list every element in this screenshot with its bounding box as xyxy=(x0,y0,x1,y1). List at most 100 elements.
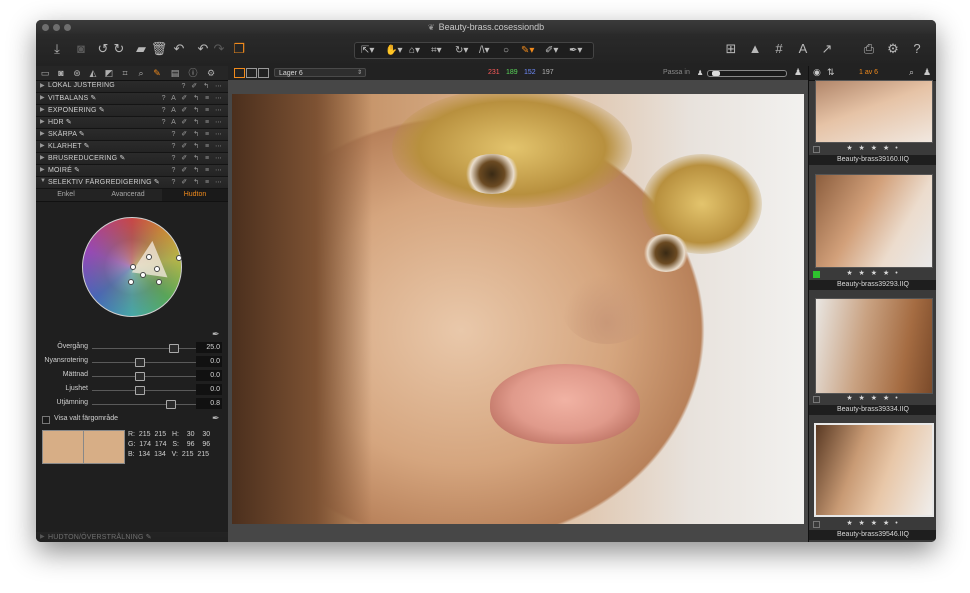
slider-knob[interactable] xyxy=(169,344,180,353)
sort-icon[interactable]: ⇅ xyxy=(827,67,835,78)
capture-tab-icon[interactable]: ◙ xyxy=(56,67,66,79)
range-handle[interactable] xyxy=(176,255,182,261)
slider-mattnad[interactable]: Mättnad 0.0 xyxy=(36,370,228,382)
tool-controls[interactable]: ? ✐ ↰ ≡ ⋯ xyxy=(172,130,225,138)
overlay-grid-icon[interactable]: # xyxy=(770,41,788,57)
batch-tab-icon[interactable]: ⚙ xyxy=(206,67,216,79)
slider-track[interactable] xyxy=(92,404,196,405)
zoom-slider[interactable] xyxy=(707,70,787,77)
metadata-tab-icon[interactable]: ▤ xyxy=(170,67,180,79)
tool-exponering[interactable]: ▶ EXPONERING ✎ ? A ✐ ↰ ≡ ⋯ xyxy=(36,105,228,117)
star-rating[interactable]: ★ ★ ★ ★ • xyxy=(809,269,936,278)
settings-icon[interactable]: ⚙ xyxy=(884,41,902,57)
stack-icon[interactable]: ❐ xyxy=(230,41,248,57)
tool-controls[interactable]: ? ✐ ↰ ≡ ⋯ xyxy=(172,154,225,162)
star-rating[interactable]: ★ ★ ★ ★ • xyxy=(809,394,936,403)
single-view-icon[interactable] xyxy=(246,68,257,78)
slider-ljushet[interactable]: Ljushet 0.0 xyxy=(36,384,228,396)
tool-brusreducering[interactable]: ▶ BRUSREDUCERING ✎ ? ✐ ↰ ≡ ⋯ xyxy=(36,153,228,165)
tool-controls[interactable]: ? ✐ ↰ ≡ ⋯ xyxy=(172,178,225,186)
trash-icon[interactable]: 🗑 xyxy=(150,41,168,57)
slider-value-field[interactable]: 0.0 xyxy=(196,356,222,367)
keystone-tool-icon[interactable]: /\▾ xyxy=(479,43,490,58)
zoom-slider-knob[interactable] xyxy=(711,71,720,76)
color-picker-tool-icon[interactable]: ✒▾ xyxy=(569,43,582,58)
undo-all-icon[interactable]: ↶ xyxy=(170,41,188,57)
star-rating[interactable]: ★ ★ ★ ★ • xyxy=(809,519,936,528)
slider-knob[interactable] xyxy=(134,358,145,367)
thumbnail-3[interactable] xyxy=(815,298,933,394)
slider-value-field[interactable]: 0.0 xyxy=(196,370,222,381)
range-handle[interactable] xyxy=(130,264,136,270)
slider-nyansrotering[interactable]: Nyansrotering 0.0 xyxy=(36,356,228,368)
lens-tab-icon[interactable]: ◩ xyxy=(104,67,114,79)
color-range-selection[interactable] xyxy=(131,238,173,278)
thumbnail-2[interactable] xyxy=(815,174,933,268)
range-handle[interactable] xyxy=(156,279,162,285)
image-viewer[interactable] xyxy=(228,80,808,542)
library-tab-icon[interactable]: ▭ xyxy=(40,67,50,79)
spot-tool-icon[interactable]: ○ xyxy=(503,43,509,58)
output-tab-icon[interactable]: ⓘ xyxy=(188,67,198,79)
eyedropper-icon[interactable]: ✒ xyxy=(212,413,220,424)
tool-vitbalans[interactable]: ▶ VITBALANS ✎ ? A ✐ ↰ ≡ ⋯ xyxy=(36,93,228,105)
slider-knob[interactable] xyxy=(166,400,176,409)
pick-color-icon[interactable]: ✒ xyxy=(212,329,220,340)
crop-tool-icon[interactable]: ⌗▾ xyxy=(431,43,442,58)
multi-view-icon[interactable] xyxy=(234,68,245,78)
tab-avancerad[interactable]: Avancerad xyxy=(98,189,158,201)
tool-hdr[interactable]: ▶ HDR ✎ ? A ✐ ↰ ≡ ⋯ xyxy=(36,117,228,129)
text-annotation-icon[interactable]: A xyxy=(794,41,812,57)
tab-hudton[interactable]: Hudton xyxy=(162,189,228,201)
brush-tool-icon[interactable]: ✎▾ xyxy=(521,43,534,58)
eye-icon[interactable]: ◉ xyxy=(813,67,821,78)
local-adjust-tab-icon[interactable]: ✎ xyxy=(152,67,162,79)
tool-controls[interactable]: ? A ✐ ↰ ≡ ⋯ xyxy=(162,94,224,102)
redo-icon[interactable]: ↷ xyxy=(210,41,228,57)
slider-value-field[interactable]: 0.0 xyxy=(196,384,222,395)
show-range-checkbox[interactable] xyxy=(42,416,50,424)
user-icon[interactable]: ♟ xyxy=(923,67,931,78)
loupe-tool-icon[interactable]: ⌂▾ xyxy=(409,43,420,58)
slider-value-field[interactable]: 0.8 xyxy=(196,398,222,409)
slider-knob[interactable] xyxy=(134,372,145,381)
range-handle[interactable] xyxy=(128,279,134,285)
range-handle[interactable] xyxy=(146,254,152,260)
grid-view-icon[interactable]: ⊞ xyxy=(722,41,740,57)
color-tab-icon[interactable]: ⊛ xyxy=(72,67,82,79)
tool-lokal-justering[interactable]: ▶ LOKAL JUSTERING ? ✐ ↰ ⋯ xyxy=(36,81,228,93)
tool-moire[interactable]: ▶ MOIRÉ ✎ ? ✐ ↰ ≡ ⋯ xyxy=(36,165,228,177)
rotate-tool-icon[interactable]: ↻▾ xyxy=(455,43,468,58)
details-tab-icon[interactable]: ⌕ xyxy=(136,67,146,79)
tool-controls[interactable]: ? A ✐ ↰ ≡ ⋯ xyxy=(162,118,224,126)
crop-tab-icon[interactable]: ⌗ xyxy=(120,67,130,79)
range-handle[interactable] xyxy=(140,272,146,278)
layer-select[interactable]: Lager 6 ⇕ xyxy=(274,68,366,77)
tool-controls[interactable]: ? ✐ ↰ ≡ ⋯ xyxy=(172,166,225,174)
tool-controls[interactable]: ? ✐ ↰ ⋯ xyxy=(182,82,224,90)
camera-icon[interactable]: ◙ xyxy=(72,41,90,57)
tool-klarhet[interactable]: ▶ KLARHET ✎ ? ✐ ↰ ≡ ⋯ xyxy=(36,141,228,153)
print-icon[interactable]: ⎙ xyxy=(860,41,878,57)
slider-value-field[interactable]: 25.0 xyxy=(196,342,222,353)
picker-tool-icon[interactable]: ✐▾ xyxy=(545,43,558,58)
slider-knob[interactable] xyxy=(134,386,145,395)
slider-overgang[interactable]: Övergång 25.0 xyxy=(36,342,228,354)
tool-controls[interactable]: ? ✐ ↰ ≡ ⋯ xyxy=(172,142,225,150)
search-icon[interactable]: ⌕ xyxy=(909,67,914,78)
main-photo[interactable] xyxy=(232,94,804,524)
tool-controls[interactable]: ? A ✐ ↰ ≡ ⋯ xyxy=(162,106,224,114)
help-icon[interactable]: ? xyxy=(908,41,926,57)
proof-view-icon[interactable] xyxy=(258,68,269,78)
exposure-tab-icon[interactable]: ◭ xyxy=(88,67,98,79)
range-handle[interactable] xyxy=(154,266,160,272)
tool-hudton-overstralning[interactable]: ▶ HUDTON/ÖVERSTRÅLNING ✎ xyxy=(36,532,228,542)
fit-label[interactable]: Passa in xyxy=(663,69,690,76)
slider-track[interactable] xyxy=(92,348,196,349)
pan-tool-icon[interactable]: ✋▾ xyxy=(385,43,402,58)
slider-utjamning[interactable]: Utjämning 0.8 xyxy=(36,398,228,410)
copy-apply-icon[interactable]: ↗ xyxy=(818,41,836,57)
warning-icon[interactable]: ▲ xyxy=(746,41,764,57)
tool-selektiv-fargredigering[interactable]: ▼ SELEKTIV FÄRGREDIGERING ✎ ? ✐ ↰ ≡ ⋯ xyxy=(36,177,228,189)
tab-enkel[interactable]: Enkel xyxy=(36,189,96,201)
